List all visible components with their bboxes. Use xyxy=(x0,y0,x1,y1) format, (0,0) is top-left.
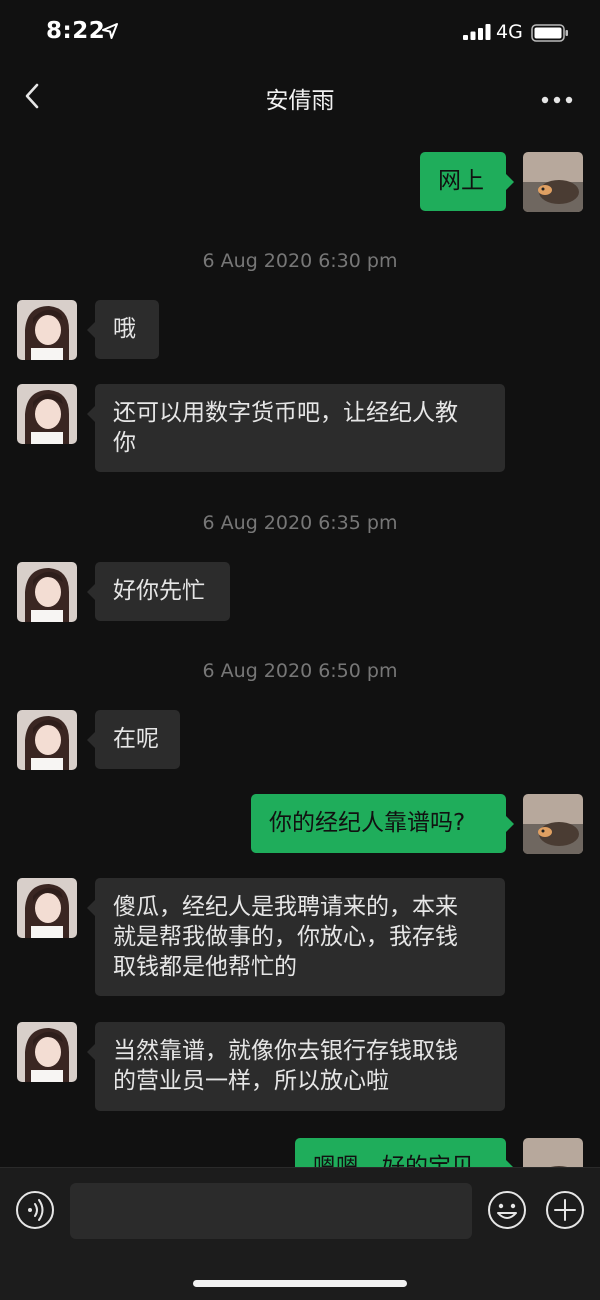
incoming-message-bubble[interactable]: 在呢 xyxy=(87,710,180,769)
incoming-message-bubble[interactable]: 好你先忙 xyxy=(87,562,230,621)
input-toolbar xyxy=(0,1167,600,1300)
message-timestamp: 6 Aug 2020 6:35 pm xyxy=(202,512,398,534)
contact-avatar[interactable] xyxy=(17,710,77,770)
voice-input-icon[interactable] xyxy=(15,1190,55,1234)
cellular-signal-icon xyxy=(463,24,491,44)
contact-avatar[interactable] xyxy=(17,384,77,444)
message-timestamp: 6 Aug 2020 6:50 pm xyxy=(202,660,398,682)
incoming-message-bubble[interactable]: 哦 xyxy=(87,300,159,359)
message-list[interactable]: 网上 6 Aug 2020 6:30 pm 哦 还可以用数字货币吧，让经纪人教 … xyxy=(0,128,600,1168)
outgoing-message-bubble[interactable]: 嗯嗯，好的宝贝 xyxy=(295,1138,514,1168)
contact-avatar[interactable] xyxy=(17,878,77,938)
status-bar: 8:22 4G xyxy=(0,0,600,64)
chat-title: 安倩雨 xyxy=(265,88,335,114)
own-avatar[interactable] xyxy=(523,1138,583,1168)
contact-avatar[interactable] xyxy=(17,1022,77,1082)
plus-circle-icon[interactable] xyxy=(545,1190,585,1234)
location-arrow-icon xyxy=(102,23,118,43)
outgoing-message-bubble[interactable]: 网上 xyxy=(420,152,514,211)
status-time: 8:22 xyxy=(46,18,106,44)
home-indicator[interactable] xyxy=(193,1280,407,1287)
message-input[interactable] xyxy=(70,1183,472,1239)
network-type: 4G xyxy=(496,21,523,43)
message-timestamp: 6 Aug 2020 6:30 pm xyxy=(202,250,398,272)
incoming-message-bubble[interactable]: 傻瓜，经纪人是我聘请来的，本来 就是帮我做事的，你放心，我存钱 取钱都是他帮忙的 xyxy=(87,878,505,996)
battery-full-icon xyxy=(531,24,569,46)
own-avatar[interactable] xyxy=(523,794,583,854)
outgoing-message-bubble[interactable]: 你的经纪人靠谱吗? xyxy=(251,794,514,853)
incoming-message-bubble[interactable]: 还可以用数字货币吧，让经纪人教 你 xyxy=(87,384,505,472)
emoji-icon[interactable] xyxy=(487,1190,527,1234)
own-avatar[interactable] xyxy=(523,152,583,212)
chat-header: 安倩雨 xyxy=(0,64,600,128)
incoming-message-bubble[interactable]: 当然靠谱，就像你去银行存钱取钱 的营业员一样，所以放心啦 xyxy=(87,1022,505,1111)
contact-avatar[interactable] xyxy=(17,300,77,360)
contact-avatar[interactable] xyxy=(17,562,77,622)
more-dots-icon[interactable] xyxy=(540,90,574,109)
